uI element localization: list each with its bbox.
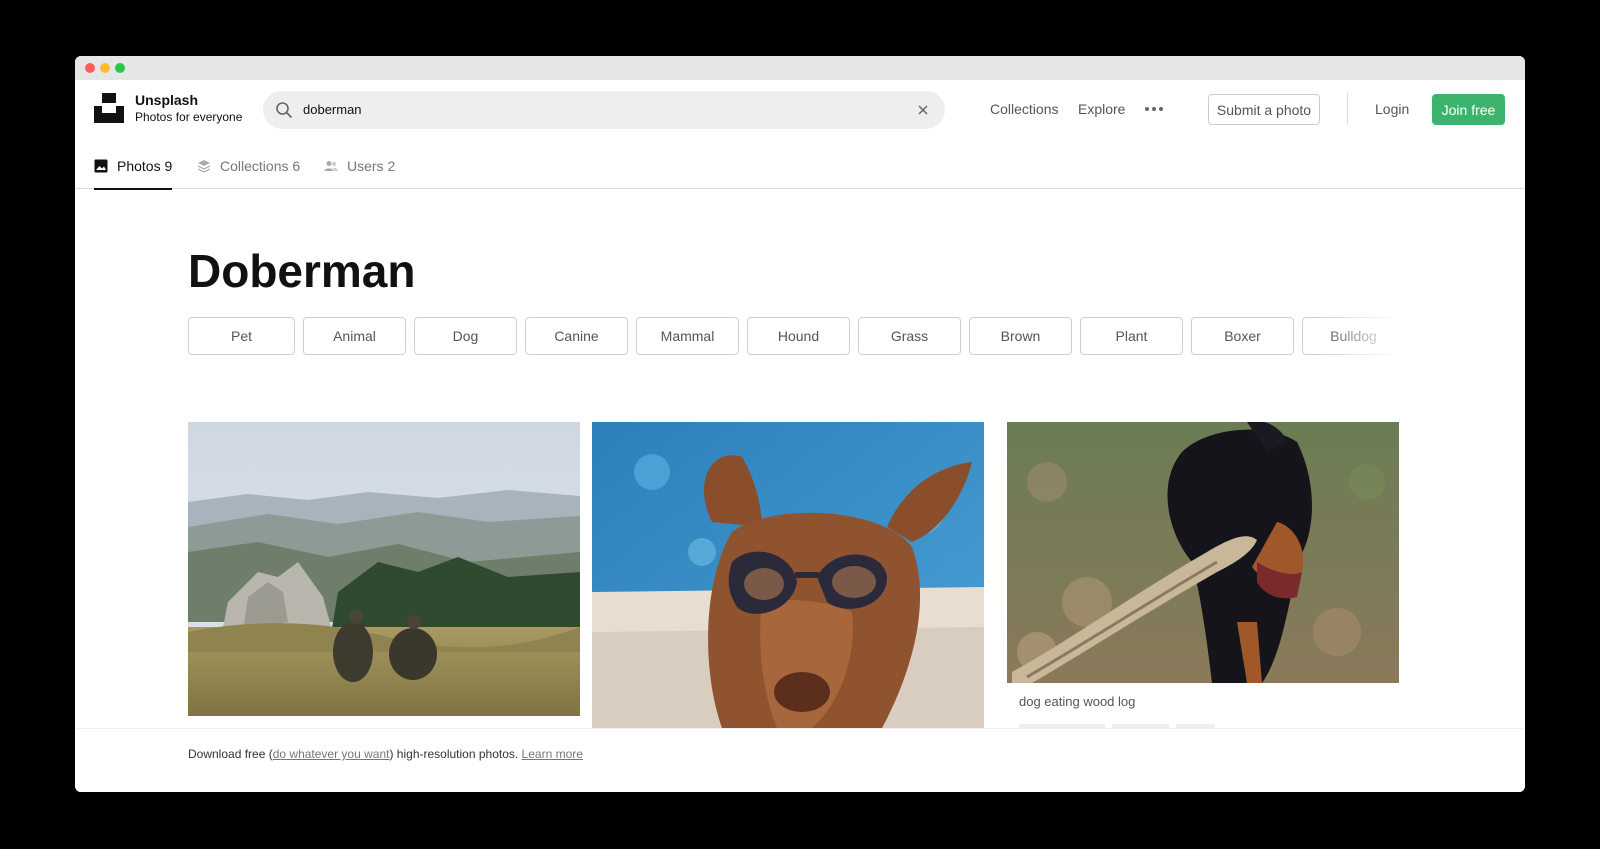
related-tag-chip[interactable]: Hound bbox=[747, 317, 850, 355]
download-banner: Download free (do whatever you want) hig… bbox=[75, 728, 1525, 792]
browser-window: Unsplash Photos for everyone doberman Co… bbox=[75, 56, 1525, 792]
tab-collections-label: Collections 6 bbox=[220, 157, 301, 174]
tab-photos-label: Photos 9 bbox=[117, 157, 173, 174]
search-result-tabs: Photos 9 Collections 6 Users 2 bbox=[75, 142, 1525, 190]
tab-users-label: Users 2 bbox=[347, 157, 396, 174]
window-titlebar bbox=[75, 56, 1525, 80]
license-link[interactable]: do whatever you want bbox=[273, 747, 390, 761]
related-tag-chip[interactable]: Canine bbox=[525, 317, 628, 355]
related-tag-chip[interactable]: Dog bbox=[414, 317, 517, 355]
brand-name: Unsplash bbox=[135, 92, 199, 108]
image-icon bbox=[94, 159, 108, 172]
clear-search-icon[interactable] bbox=[915, 102, 931, 118]
search-icon[interactable] bbox=[275, 101, 293, 119]
unsplash-logo-icon[interactable] bbox=[94, 93, 124, 123]
photo-card-mountains[interactable] bbox=[188, 422, 580, 716]
photo-caption: dog eating wood log bbox=[1019, 694, 1136, 709]
download-banner-message: Download free (do whatever you want) hig… bbox=[188, 747, 583, 761]
learn-more-link[interactable]: Learn more bbox=[522, 747, 583, 761]
photo-card-dog-log[interactable] bbox=[1007, 422, 1399, 683]
minimize-window-button[interactable] bbox=[100, 63, 110, 73]
tab-users[interactable]: Users 2 bbox=[324, 142, 395, 189]
stack-icon bbox=[197, 159, 211, 173]
nav-divider bbox=[1347, 93, 1348, 125]
dog-eating-log-image bbox=[1007, 422, 1399, 683]
related-tag-chip[interactable]: Pet bbox=[188, 317, 295, 355]
nav-explore-link[interactable]: Explore bbox=[1078, 101, 1125, 117]
related-tags: Pet Animal Dog Canine Mammal Hound Grass… bbox=[188, 317, 1411, 357]
login-link[interactable]: Login bbox=[1375, 101, 1409, 117]
brand-tagline: Photos for everyone bbox=[135, 110, 243, 124]
join-free-button[interactable]: Join free bbox=[1432, 94, 1505, 125]
tab-photos[interactable]: Photos 9 bbox=[94, 142, 173, 190]
more-options-icon[interactable] bbox=[1144, 104, 1164, 114]
related-tag-chip[interactable]: Boxer bbox=[1191, 317, 1294, 355]
dog-with-glasses-image bbox=[592, 422, 984, 728]
search-bar[interactable]: doberman bbox=[263, 91, 945, 129]
related-tag-chip[interactable]: Plant bbox=[1080, 317, 1183, 355]
tab-collections[interactable]: Collections 6 bbox=[197, 142, 300, 189]
related-tag-chip[interactable]: Animal bbox=[303, 317, 406, 355]
maximize-window-button[interactable] bbox=[115, 63, 125, 73]
search-input[interactable]: doberman bbox=[303, 102, 362, 117]
top-navbar: Unsplash Photos for everyone doberman Co… bbox=[75, 80, 1525, 142]
banner-text-middle: ) high-resolution photos. bbox=[389, 747, 522, 761]
page-title: Doberman bbox=[188, 245, 416, 297]
banner-text-prefix: Download free ( bbox=[188, 747, 273, 761]
related-tag-chip[interactable]: Mammal bbox=[636, 317, 739, 355]
photo-card-dog-glasses[interactable] bbox=[592, 422, 984, 728]
close-window-button[interactable] bbox=[85, 63, 95, 73]
nav-collections-link[interactable]: Collections bbox=[990, 101, 1058, 117]
submit-photo-button[interactable]: Submit a photo bbox=[1208, 94, 1320, 125]
brand[interactable]: Unsplash Photos for everyone bbox=[135, 92, 242, 126]
chips-fade-overlay bbox=[1321, 317, 1411, 357]
related-tag-chip[interactable]: Grass bbox=[858, 317, 961, 355]
mountain-landscape-image bbox=[188, 422, 580, 716]
users-icon bbox=[324, 160, 338, 171]
related-tag-chip[interactable]: Brown bbox=[969, 317, 1072, 355]
